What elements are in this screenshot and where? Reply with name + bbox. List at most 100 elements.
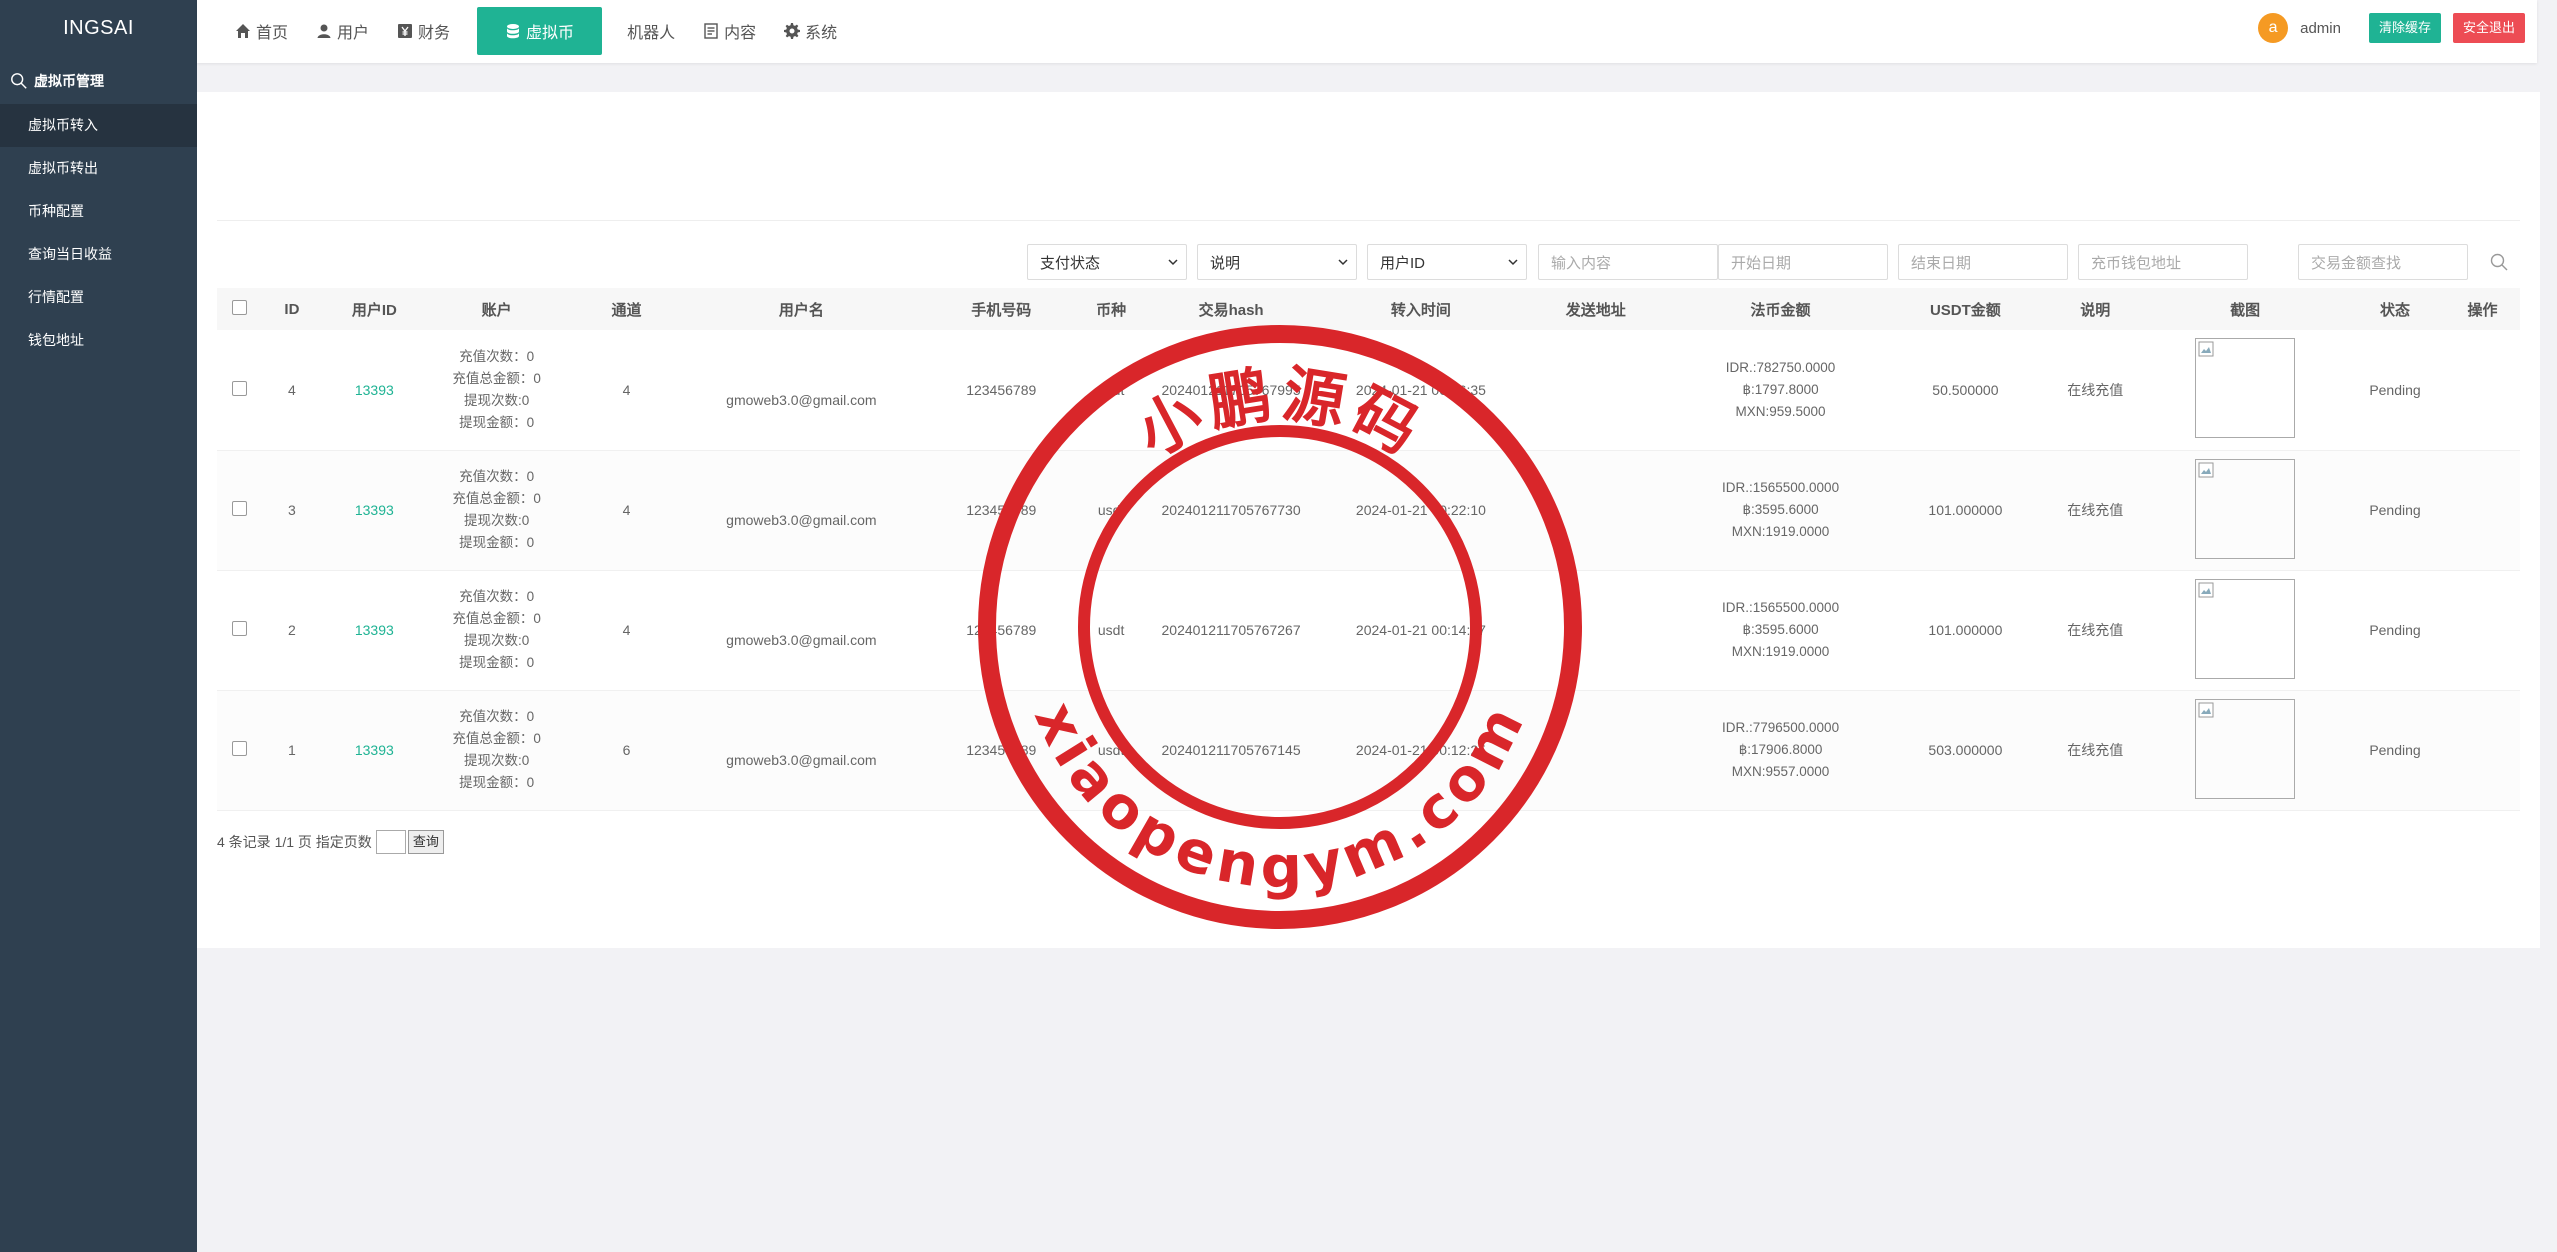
clear-cache-button[interactable]: 清除缓存 (2368, 13, 2441, 43)
cell-note: 在线充值 (2067, 502, 2124, 518)
cell-phone: 123456789 (966, 622, 1037, 638)
sidebar: INGSAI 虚拟币管理 虚拟币转入 虚拟币转出 币种配置 查询当日收益 行情配… (0, 0, 197, 1252)
cell-account: 充值次数：0 充值总金额：0 提现次数:0 提现金额：0 (427, 690, 567, 810)
start-date-input[interactable]: 开始日期 (1718, 244, 1888, 280)
cell-hash: 202401211705767267 (1161, 622, 1301, 638)
sidebar-item-coin-config[interactable]: 币种配置 (0, 190, 197, 233)
nav-home-label: 首页 (256, 25, 289, 42)
username[interactable]: admin (2300, 20, 2341, 37)
cell-username: gmoweb3.0@gmail.com (686, 330, 916, 450)
filter-bar: 支付状态 说明 用户ID 输入内容 开始日期 结束日期 充币钱包地址 交易金额查… (197, 244, 2540, 280)
cell-coin: usdt (1097, 381, 1125, 398)
fiat-amount: IDR.:782750.0000 (1725, 359, 1836, 375)
broken-image-icon (2198, 341, 2214, 357)
col-usdt: USDT金额 (1929, 301, 2001, 319)
cell-time: 2024-01-21 00:12:25 (1355, 742, 1486, 758)
search-icon[interactable] (2489, 252, 2509, 272)
fiat-amount: IDR.:1565500.0000 (1721, 480, 1840, 495)
cell-id: 1 (288, 742, 296, 758)
cell-screenshot (2145, 690, 2345, 810)
fiat-amount: IDR.:7796500.0000 (1721, 720, 1840, 735)
chevron-down-icon (1168, 259, 1178, 266)
amount-search-input[interactable]: 交易金额查找 (2298, 244, 2468, 280)
keyword-input[interactable]: 输入内容 (1538, 244, 1718, 280)
nav-home[interactable]: 首页 (222, 7, 301, 55)
nav-finance[interactable]: 财务 (384, 7, 463, 55)
cell-status: Pending (2369, 381, 2421, 398)
fiat-amount: MXN:9557.0000 (1731, 764, 1830, 779)
screenshot-thumbnail[interactable] (2195, 338, 2296, 439)
logout-button[interactable]: 安全退出 (2452, 13, 2525, 43)
fiat-amount: MXN:959.5000 (1735, 403, 1826, 419)
row-checkbox[interactable] (231, 501, 247, 516)
document-icon (704, 23, 718, 39)
sidebar-item-market-config[interactable]: 行情配置 (0, 276, 197, 319)
account-stat: 充值次数：0 (459, 709, 535, 724)
sidebar-item-wallet-address[interactable]: 钱包地址 (0, 319, 197, 362)
account-stat: 充值次数：0 (459, 589, 535, 604)
screenshot-thumbnail[interactable] (2195, 458, 2296, 559)
sidebar-item-coin-out[interactable]: 虚拟币转出 (0, 147, 197, 190)
fiat-amount: MXN:1919.0000 (1731, 524, 1830, 539)
page-number-input[interactable] (375, 830, 406, 854)
cell-fiat: IDR.:1565500.0000 ฿:3595.6000 MXN:1919.000… (1676, 570, 1886, 690)
row-checkbox[interactable] (231, 741, 247, 756)
screenshot-thumbnail[interactable] (2195, 698, 2296, 799)
cell-user-id-link[interactable]: 13393 (322, 450, 427, 570)
description-select[interactable]: 说明 (1197, 244, 1357, 280)
top-nav: 首页 用户 财务 虚拟币 机器人 内容 系统 (222, 7, 852, 55)
screenshot-thumbnail[interactable] (2195, 578, 2296, 679)
go-page-button[interactable]: 查询 (407, 830, 444, 854)
fiat-amount: MXN:1919.0000 (1731, 644, 1830, 659)
nav-virtual-coin[interactable]: 虚拟币 (477, 7, 603, 55)
sidebar-item-daily-earnings[interactable]: 查询当日收益 (0, 233, 197, 276)
cell-time: 2024-01-21 00:22:10 (1355, 502, 1486, 518)
nav-virtual-coin-label: 虚拟币 (526, 25, 575, 42)
username-text: gmoweb3.0@gmail.com (726, 752, 877, 768)
col-status: 状态 (2380, 301, 2411, 319)
cell-actions (2445, 570, 2520, 690)
cell-id: 2 (288, 622, 296, 638)
cell-coin: usdt (1097, 622, 1125, 638)
col-user-id: 用户ID (351, 301, 397, 319)
account-stat: 充值次数：0 (459, 469, 535, 484)
fiat-amount: ฿:17906.8000 (1738, 742, 1823, 757)
cell-note: 在线充值 (2067, 622, 2124, 638)
yen-icon (398, 24, 413, 38)
sidebar-section-label: 虚拟币管理 (34, 72, 104, 89)
cell-sender (1516, 690, 1676, 810)
nav-content[interactable]: 内容 (690, 7, 769, 55)
nav-robot[interactable]: 机器人 (614, 7, 688, 55)
username-text: gmoweb3.0@gmail.com (726, 391, 877, 408)
cell-user-id-link[interactable]: 13393 (322, 330, 427, 450)
pay-status-select[interactable]: 支付状态 (1027, 244, 1187, 280)
avatar[interactable]: a (2258, 13, 2289, 43)
nav-user[interactable]: 用户 (303, 7, 382, 55)
sidebar-item-coin-in[interactable]: 虚拟币转入 (0, 104, 197, 147)
account-stat: 提现次数:0 (464, 633, 530, 648)
wallet-address-input[interactable]: 充币钱包地址 (2078, 244, 2248, 280)
cell-username: gmoweb3.0@gmail.com (686, 690, 916, 810)
cell-time: 2024-01-21 00:14:27 (1355, 622, 1486, 638)
cell-hash: 202401211705767730 (1161, 502, 1301, 518)
row-checkbox[interactable] (231, 380, 247, 396)
cell-account: 充值次数：0 充值总金额：0 提现次数:0 提现金额：0 (427, 330, 567, 450)
nav-system[interactable]: 系统 (771, 7, 850, 55)
cell-id: 4 (288, 381, 296, 398)
end-date-input[interactable]: 结束日期 (1898, 244, 2068, 280)
user-id-select[interactable]: 用户ID (1367, 244, 1527, 280)
select-all-checkbox[interactable] (231, 299, 247, 315)
cell-user-id-link[interactable]: 13393 (322, 570, 427, 690)
cell-user-id-link[interactable]: 13393 (322, 690, 427, 810)
row-checkbox[interactable] (231, 621, 247, 636)
cell-actions (2445, 330, 2520, 450)
cell-actions (2445, 450, 2520, 570)
table-row: 2 13393 充值次数：0 充值总金额：0 提现次数:0 提现金额：0 4 gmoweb3.… (217, 570, 2520, 690)
col-screenshot: 截图 (2230, 301, 2261, 319)
top-bar: 首页 用户 财务 虚拟币 机器人 内容 系统 a admin 清除缓存 安全退出 (197, 0, 2537, 63)
col-channel: 通道 (611, 301, 642, 319)
broken-image-icon (2198, 462, 2214, 477)
sidebar-section-title[interactable]: 虚拟币管理 (0, 57, 197, 104)
nav-user-label: 用户 (337, 25, 370, 42)
account-stat: 提现次数:0 (464, 392, 530, 408)
